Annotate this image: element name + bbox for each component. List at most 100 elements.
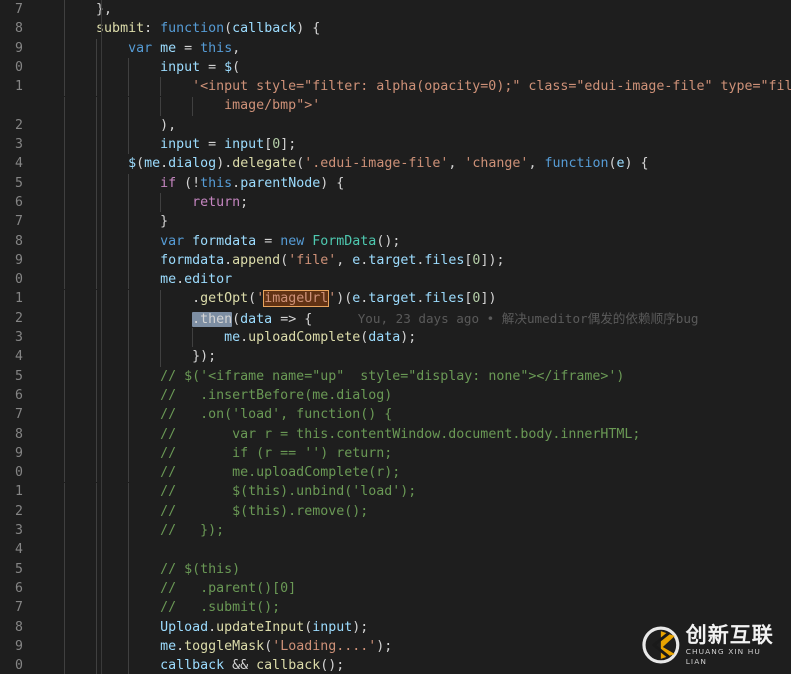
code-token: ); <box>352 619 369 635</box>
code-line[interactable]: ), <box>32 116 791 135</box>
code-token: formdata <box>160 252 225 268</box>
code-editor[interactable]: 78901234567890123456789012345678901 }, s… <box>0 0 791 674</box>
code-token: // var r = this.contentWindow.document.b… <box>160 426 641 442</box>
code-token: callback <box>256 658 321 674</box>
code-token: , <box>528 156 545 172</box>
code-token: me <box>160 272 177 288</box>
code-token: // $(this).remove(); <box>160 503 369 519</box>
code-line[interactable]: .then(data => { You, 23 days ago • 解决ume… <box>32 309 791 328</box>
code-token: = <box>200 59 225 75</box>
code-line[interactable]: return; <box>32 193 791 212</box>
code-line[interactable]: // .submit(); <box>32 598 791 617</box>
code-token: return <box>192 194 241 210</box>
line-number: 8 <box>15 619 23 635</box>
line-number: 6 <box>15 194 23 210</box>
code-token: me <box>160 40 177 56</box>
code-line[interactable]: me.toggleMask('Loading....'); <box>32 637 791 656</box>
code-token: input <box>160 59 201 75</box>
code-token: image/bmp">' <box>224 98 321 114</box>
code-token: append <box>232 252 281 268</box>
code-line[interactable]: $(me.dialog).delegate('.edui-image-file'… <box>32 154 791 173</box>
line-number: 9 <box>15 252 23 268</box>
line-number: 0 <box>15 272 23 288</box>
code-line[interactable]: .getOpt('imageUrl')(e.target.files[0]) <box>32 289 791 308</box>
code-token: '.edui-image-file' <box>304 156 449 172</box>
code-line[interactable]: // .insertBefore(me.dialog) <box>32 386 791 405</box>
code-token: . <box>192 291 201 307</box>
line-number: 4 <box>15 349 23 365</box>
line-number: 8 <box>15 21 23 37</box>
git-blame-annotation[interactable]: You, 23 days ago • 解决umeditor偶发的依赖顺序bug <box>312 311 699 326</box>
code-line[interactable]: }); <box>32 347 791 366</box>
code-viewport[interactable]: }, submit: function(callback) { var me =… <box>30 0 791 674</box>
code-line[interactable]: me.editor <box>32 270 791 289</box>
code-line[interactable] <box>32 540 791 559</box>
code-line[interactable]: me.uploadComplete(data); <box>32 328 791 347</box>
code-token: }); <box>192 349 217 365</box>
line-number: 2 <box>15 310 23 326</box>
code-line[interactable]: // var r = this.contentWindow.document.b… <box>32 425 791 444</box>
code-line[interactable]: }, <box>32 0 791 19</box>
code-line[interactable]: var me = this, <box>32 39 791 58</box>
code-line[interactable]: // $('<iframe name="up" style="display: … <box>32 367 791 386</box>
line-number: 5 <box>15 175 23 191</box>
code-line[interactable]: // me.uploadComplete(r); <box>32 463 791 482</box>
code-token: . <box>232 175 241 191</box>
code-line[interactable]: // }); <box>32 521 791 540</box>
code-token: (! <box>176 175 201 191</box>
code-line[interactable]: } <box>32 212 791 231</box>
code-line[interactable]: callback && callback(); <box>32 656 791 674</box>
code-content[interactable]: }, submit: function(callback) { var me =… <box>30 0 791 674</box>
line-number: 9 <box>15 40 23 56</box>
code-line[interactable]: if (!this.parentNode) { <box>32 174 791 193</box>
code-line[interactable]: // $(this) <box>32 560 791 579</box>
code-line[interactable]: // if (r == '') return; <box>32 444 791 463</box>
code-token: ( <box>264 638 273 654</box>
code-line[interactable]: // $(this).unbind('load'); <box>32 482 791 501</box>
code-token: Upload <box>160 619 209 635</box>
code-line[interactable]: var formdata = new FormData(); <box>32 232 791 251</box>
code-token: target <box>368 252 417 268</box>
code-line[interactable]: Upload.updateInput(input); <box>32 618 791 637</box>
code-line[interactable]: image/bmp">' <box>32 96 791 115</box>
code-token: // .submit(); <box>160 600 281 616</box>
code-line[interactable]: // .parent()[0] <box>32 579 791 598</box>
code-line[interactable]: input = input[0]; <box>32 135 791 154</box>
code-line[interactable]: // $(this).remove(); <box>32 502 791 521</box>
code-token: e <box>616 156 625 172</box>
code-token: = <box>200 137 225 153</box>
code-token: ). <box>216 156 233 172</box>
code-token: // .parent()[0] <box>160 580 297 596</box>
code-token: ( <box>608 156 617 172</box>
line-number: 4 <box>15 542 23 558</box>
code-token: 'file' <box>288 252 337 268</box>
code-line[interactable]: '<input style="filter: alpha(opacity=0);… <box>32 77 791 96</box>
line-number: 6 <box>15 580 23 596</box>
code-token: imageUrl <box>263 290 330 308</box>
line-number: 7 <box>15 407 23 423</box>
code-token: toggleMask <box>184 638 265 654</box>
code-token: data <box>240 311 273 327</box>
code-line[interactable]: formdata.append('file', e.target.files[0… <box>32 251 791 270</box>
code-token: new <box>280 233 305 249</box>
line-number: 2 <box>15 117 23 133</box>
code-line[interactable]: // .on('load', function() { <box>32 405 791 424</box>
line-number: 7 <box>15 214 23 230</box>
code-line[interactable]: submit: function(callback) { <box>32 19 791 38</box>
line-number: 1 <box>15 484 23 500</box>
code-line[interactable]: input = $( <box>32 58 791 77</box>
code-token: uploadComplete <box>248 330 361 346</box>
code-token: $ <box>128 156 137 172</box>
